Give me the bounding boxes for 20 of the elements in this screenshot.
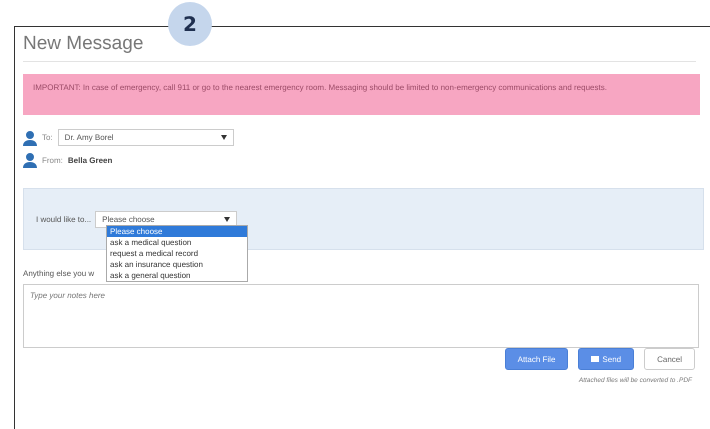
notes-field[interactable]: Type your notes here	[23, 284, 699, 348]
step-badge: 2	[168, 2, 212, 46]
caret-icon	[220, 135, 227, 140]
dropdown-option[interactable]: Please choose	[107, 226, 247, 237]
recipient-select[interactable]: Dr. Amy Borel	[58, 129, 234, 146]
dropdown-option[interactable]: ask an insurance question	[107, 259, 247, 270]
person-icon	[23, 130, 37, 146]
to-label: To:	[42, 133, 53, 142]
window-title: New Message	[23, 32, 144, 56]
dropdown-option[interactable]: request a medical record	[107, 248, 247, 259]
sender-name: Bella Green	[68, 156, 112, 164]
emergency-alert: IMPORTANT: In case of emergency, call 911 or go to the nearest emergency room. Messaging should be limited to non-emergency communications and requests.	[23, 74, 700, 115]
from-label: From:	[42, 156, 63, 164]
notes-label: Anything else you w	[23, 269, 94, 278]
dropdown-option[interactable]: ask a general question	[107, 270, 247, 281]
dropdown-option[interactable]: ask a medical question	[107, 237, 247, 248]
intent-label: I would like to...	[36, 214, 92, 224]
caret-icon	[224, 216, 230, 222]
person-icon	[23, 152, 37, 168]
cancel-button[interactable]: Cancel	[644, 348, 695, 370]
